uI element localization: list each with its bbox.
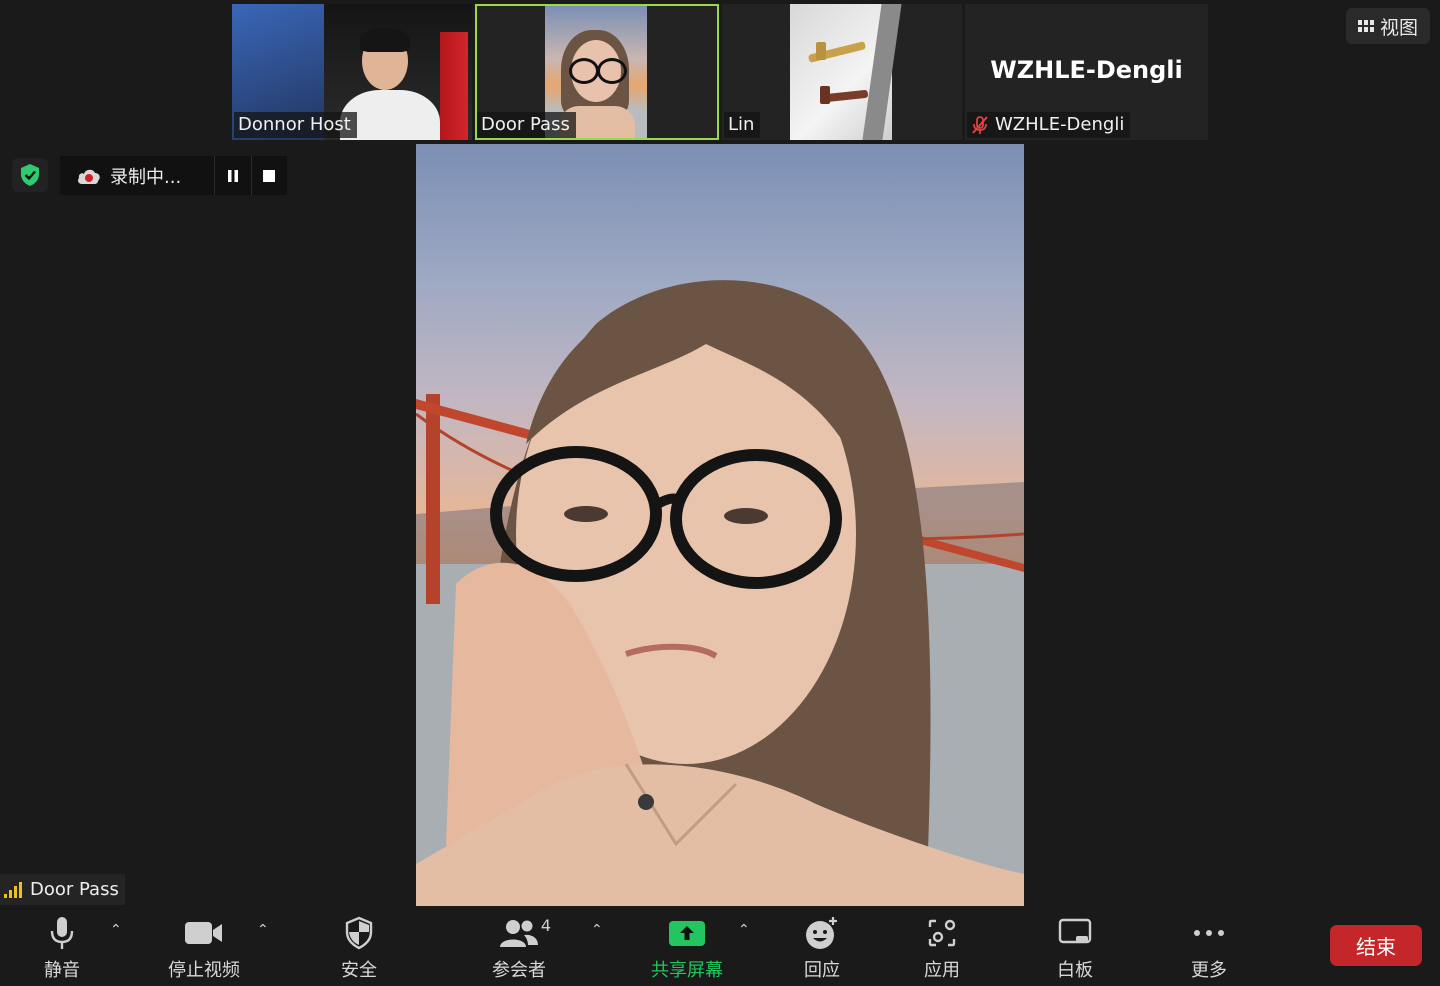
audio-options-caret[interactable]: ⌃ <box>110 922 122 938</box>
recording-bar: 录制中... <box>60 156 287 195</box>
active-speaker-label: Door Pass <box>0 874 125 905</box>
apps-label: 应用 <box>924 960 960 981</box>
recording-label: 录制中... <box>110 166 182 188</box>
whiteboard-button[interactable]: 白板 <box>1057 914 1093 982</box>
participant-tile-door-pass[interactable]: Door Pass <box>475 4 719 140</box>
stop-video-label: 停止视频 <box>168 960 240 981</box>
video-feed <box>790 4 902 140</box>
video-options-caret[interactable]: ⌃ <box>257 922 269 938</box>
speaker-video-frame <box>416 280 1024 906</box>
mute-label: 静音 <box>44 960 80 981</box>
more-label: 更多 <box>1191 960 1227 981</box>
whiteboard-label: 白板 <box>1057 960 1093 981</box>
whiteboard-icon <box>1058 914 1092 952</box>
participants-count: 4 <box>540 916 551 935</box>
apps-icon <box>926 914 958 952</box>
share-options-caret[interactable]: ⌃ <box>738 922 750 938</box>
encryption-shield[interactable] <box>12 158 48 192</box>
participant-display-name: WZHLE-Dengli <box>990 56 1183 84</box>
security-label: 安全 <box>341 960 377 981</box>
pause-recording-button[interactable] <box>214 156 250 195</box>
more-dots-icon <box>1192 914 1226 952</box>
end-meeting-button[interactable]: 结束 <box>1330 925 1422 966</box>
participant-name: Donnor Host <box>234 112 357 138</box>
participants-label: 参会者 <box>492 960 546 981</box>
participant-tile-wzhle-dengli[interactable]: WZHLE-Dengli WZHLE-Dengli <box>965 4 1208 140</box>
grid-icon <box>1357 20 1374 32</box>
share-screen-label: 共享屏幕 <box>651 960 723 981</box>
participants-button[interactable]: 4 参会者 <box>489 914 551 982</box>
muted-mic-icon <box>972 115 988 134</box>
signal-strength-icon <box>4 881 22 898</box>
participants-options-caret[interactable]: ⌃ <box>591 922 603 938</box>
flag <box>440 32 468 140</box>
stop-recording-button[interactable] <box>250 156 287 195</box>
active-speaker-name: Door Pass <box>30 879 119 900</box>
pause-icon <box>227 169 238 182</box>
participant-tile-donnor-host[interactable]: Donnor Host <box>232 4 472 140</box>
participant-tile-lin[interactable]: Lin <box>722 4 962 140</box>
security-shield-icon <box>344 914 374 952</box>
main-video <box>416 144 1024 906</box>
participant-name: Door Pass <box>477 112 576 138</box>
view-label: 视图 <box>1379 16 1418 39</box>
view-button[interactable]: 视图 <box>1346 8 1430 44</box>
participant-name: Lin <box>724 112 761 138</box>
mute-button[interactable]: 静音 <box>44 914 80 982</box>
stop-icon <box>263 169 276 182</box>
participants-icon: 4 <box>489 914 551 952</box>
stop-video-button[interactable]: 停止视频 <box>168 914 240 982</box>
apps-button[interactable]: 应用 <box>924 914 960 982</box>
microphone-icon <box>49 914 75 952</box>
security-button[interactable]: 安全 <box>341 914 377 982</box>
reactions-label: 回应 <box>804 960 840 981</box>
more-button[interactable]: 更多 <box>1191 914 1227 982</box>
reactions-button[interactable]: 回应 <box>804 914 840 982</box>
person-hair <box>360 28 410 52</box>
smiley-plus-icon <box>804 914 840 952</box>
participant-name: WZHLE-Dengli <box>967 112 1131 138</box>
cloud-record-icon <box>76 167 102 185</box>
end-meeting-label: 结束 <box>1356 935 1396 959</box>
share-screen-button[interactable]: 共享屏幕 <box>651 914 723 982</box>
shield-check-icon <box>21 164 39 186</box>
video-camera-icon <box>184 914 224 952</box>
share-screen-icon <box>668 914 706 952</box>
